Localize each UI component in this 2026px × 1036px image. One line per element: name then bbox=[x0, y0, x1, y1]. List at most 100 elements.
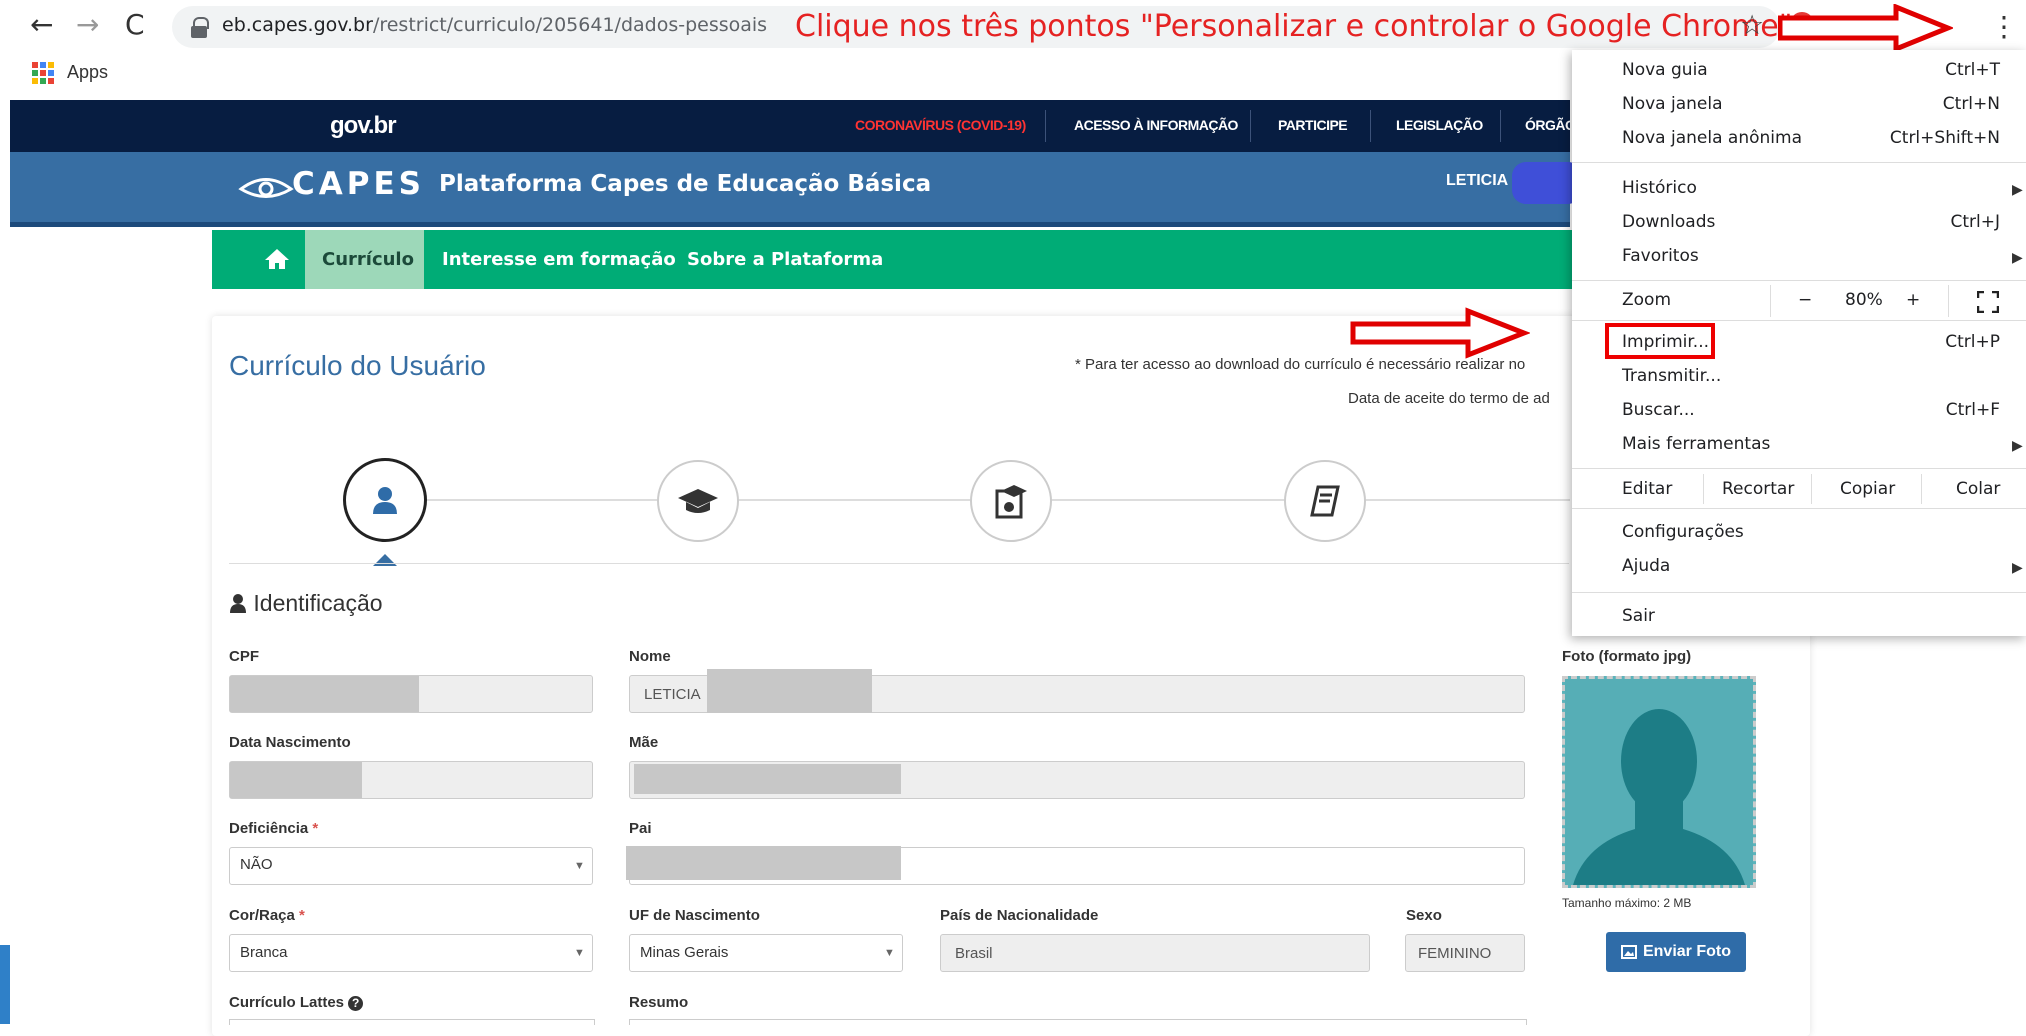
mae-redacted bbox=[634, 764, 901, 794]
page-title: Currículo do Usuário bbox=[229, 350, 486, 381]
menu-divider bbox=[1572, 508, 2026, 509]
menu-colar[interactable]: Colar bbox=[1956, 479, 2000, 499]
menu-configuracoes[interactable]: Configurações bbox=[1622, 522, 1744, 542]
menu-nova-janela[interactable]: Nova janela bbox=[1622, 94, 1723, 114]
required-mark: * bbox=[312, 820, 319, 837]
deficiencia-value: NÃO bbox=[240, 856, 273, 873]
chevron-down-icon: ▼ bbox=[574, 947, 585, 959]
menu-copiar[interactable]: Copiar bbox=[1840, 479, 1895, 499]
menu-transmitir[interactable]: Transmitir... bbox=[1622, 366, 1721, 386]
menu-anonima[interactable]: Nova janela anônima bbox=[1622, 128, 1802, 148]
menu-sair[interactable]: Sair bbox=[1622, 606, 1655, 626]
step-identificacao[interactable] bbox=[343, 458, 427, 542]
chevron-right-icon: ▶ bbox=[2012, 437, 2023, 453]
deficiencia-label-text: Deficiência bbox=[229, 820, 309, 837]
chrome-menu-kebab-icon[interactable]: ⋮ bbox=[1990, 10, 2018, 43]
home-icon[interactable] bbox=[264, 248, 290, 270]
annotation-arrow-top bbox=[1778, 4, 1953, 52]
menu-divider bbox=[1572, 468, 2026, 469]
menu-mais-ferramentas[interactable]: Mais ferramentas bbox=[1622, 434, 1770, 454]
menu-favoritos[interactable]: Favoritos bbox=[1622, 246, 1699, 266]
profile-photo[interactable] bbox=[1562, 676, 1756, 888]
menu-divider bbox=[1572, 280, 2026, 281]
user-name[interactable]: LETICIA bbox=[1446, 172, 1508, 190]
zoom-value: 80% bbox=[1845, 290, 1883, 310]
shortcut: Ctrl+Shift+N bbox=[1889, 128, 2000, 148]
sexo-label: Sexo bbox=[1406, 907, 1442, 924]
active-step-pointer bbox=[373, 554, 397, 566]
zoom-divider bbox=[1948, 285, 1949, 317]
resumo-input[interactable] bbox=[629, 1019, 1527, 1025]
url-text[interactable]: eb.capes.gov.br/restrict/curriculo/20564… bbox=[222, 14, 767, 36]
nav-tab-curriculo-label[interactable]: Currículo bbox=[322, 249, 414, 270]
send-photo-label: Enviar Foto bbox=[1642, 943, 1731, 960]
cor-label: Cor/Raça * bbox=[229, 907, 305, 924]
apps-grid-icon[interactable] bbox=[32, 62, 54, 84]
chevron-right-icon: ▶ bbox=[2012, 249, 2023, 265]
menu-ajuda[interactable]: Ajuda bbox=[1622, 556, 1670, 576]
sexo-value: FEMININO bbox=[1418, 945, 1492, 962]
deficiencia-select[interactable] bbox=[229, 847, 593, 885]
gov-separator bbox=[1250, 110, 1251, 142]
annotation-highlight-print bbox=[1605, 323, 1715, 359]
deficiencia-label: Deficiência * bbox=[229, 820, 318, 837]
menu-buscar[interactable]: Buscar... bbox=[1622, 400, 1695, 420]
pai-redacted bbox=[626, 846, 901, 880]
cor-value: Branca bbox=[240, 944, 288, 961]
capes-logo[interactable]: CAPES bbox=[292, 166, 425, 202]
star-icon[interactable]: ☆ bbox=[1740, 10, 1764, 41]
instruction-annotation: Clique nos três pontos "Personalizar e c… bbox=[795, 9, 1793, 44]
fullscreen-icon[interactable] bbox=[1977, 291, 1999, 313]
accept-date: Data de aceite do termo de ad bbox=[1348, 390, 1550, 407]
step-atuacao[interactable] bbox=[970, 460, 1052, 542]
nascimento-redacted bbox=[230, 762, 362, 798]
menu-editar: Editar bbox=[1622, 479, 1673, 499]
chevron-right-icon: ▶ bbox=[2012, 181, 2023, 197]
nav-tab-interesse[interactable]: Interesse em formação bbox=[442, 249, 676, 270]
gov-link-legislacao[interactable]: LEGISLAÇÃO bbox=[1396, 117, 1483, 133]
step-producao[interactable] bbox=[1284, 460, 1366, 542]
chevron-down-icon: ▼ bbox=[884, 947, 895, 959]
gov-link-orgaos[interactable]: ÓRGÃO bbox=[1525, 117, 1576, 133]
send-photo-button[interactable]: Enviar Foto bbox=[1606, 932, 1746, 972]
zoom-out-button[interactable]: − bbox=[1798, 290, 1812, 310]
gov-logo[interactable]: gov.br bbox=[330, 112, 397, 140]
step-formacao[interactable] bbox=[657, 460, 739, 542]
pai-label: Pai bbox=[629, 820, 652, 837]
user-icon bbox=[230, 594, 246, 613]
reload-icon[interactable]: C bbox=[125, 8, 145, 41]
zoom-in-button[interactable]: + bbox=[1906, 290, 1920, 310]
shortcut: Ctrl+N bbox=[1942, 94, 2000, 114]
image-icon bbox=[1620, 945, 1637, 959]
forward-icon[interactable]: → bbox=[76, 8, 99, 41]
gov-link-participe[interactable]: PARTICIPE bbox=[1278, 117, 1348, 133]
avatar-silhouette-icon bbox=[1565, 679, 1753, 885]
gov-separator bbox=[1370, 110, 1371, 142]
gov-link-covid[interactable]: CORONAVÍRUS (COVID-19) bbox=[855, 117, 1026, 133]
menu-nova-guia[interactable]: Nova guia bbox=[1622, 60, 1708, 80]
pais-value: Brasil bbox=[955, 945, 993, 962]
side-feedback-tab[interactable] bbox=[0, 945, 10, 1024]
nome-value: LETICIA bbox=[644, 686, 701, 703]
nav-tab-sobre[interactable]: Sobre a Plataforma bbox=[687, 249, 883, 270]
menu-recortar[interactable]: Recortar bbox=[1722, 479, 1794, 499]
mae-label: Mãe bbox=[629, 734, 659, 751]
lattes-input[interactable] bbox=[229, 1019, 595, 1025]
apps-bookmark[interactable]: Apps bbox=[67, 62, 108, 83]
menu-zoom: Zoom bbox=[1622, 290, 1672, 310]
capes-eye-icon bbox=[238, 178, 294, 198]
url-path: /restrict/curriculo/205641/dados-pessoai… bbox=[372, 14, 768, 36]
shortcut: Ctrl+J bbox=[1950, 212, 2000, 232]
menu-downloads[interactable]: Downloads bbox=[1622, 212, 1715, 232]
menu-historico[interactable]: Histórico bbox=[1622, 178, 1697, 198]
cor-label-text: Cor/Raça bbox=[229, 907, 295, 924]
help-icon[interactable]: ? bbox=[348, 996, 364, 1011]
lattes-label: Currículo Lattes ? bbox=[229, 994, 364, 1011]
menu-divider bbox=[1572, 162, 2026, 163]
shortcut: Ctrl+P bbox=[1945, 332, 2000, 352]
back-icon[interactable]: ← bbox=[30, 8, 53, 41]
pais-input[interactable] bbox=[940, 934, 1370, 972]
cpf-redacted bbox=[230, 676, 419, 712]
shortcut: Ctrl+T bbox=[1945, 60, 2000, 80]
gov-link-acesso[interactable]: ACESSO À INFORMAÇÃO bbox=[1074, 117, 1238, 133]
